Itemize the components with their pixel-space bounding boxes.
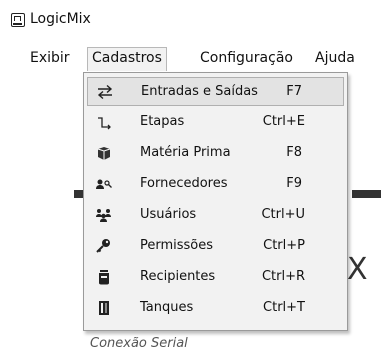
menu-item-entradas-saidas[interactable]: Entradas e Saídas F7 [87,77,344,106]
menu-item-shortcut: Ctrl+T [263,300,305,315]
container-icon [95,269,113,285]
background-close-glyph: X [347,252,368,287]
menu-item-shortcut: Ctrl+R [261,269,305,284]
menu-item-usuarios[interactable]: Usuários Ctrl+U [87,201,344,230]
menu-item-label: Entradas e Saídas [141,84,258,99]
menu-cadastros[interactable]: Cadastros [87,47,167,71]
title-bar: LogicMix [0,0,381,40]
menu-item-label: Etapas [140,114,185,129]
menu-item-shortcut: Ctrl+P [263,238,305,253]
menu-item-label: Matéria Prima [140,145,231,160]
menu-item-tanques[interactable]: Tanques Ctrl+T [87,294,344,323]
menu-item-label: Permissões [140,238,214,253]
menu-item-permissoes[interactable]: Permissões Ctrl+P [87,232,344,261]
menu-item-recipientes[interactable]: Recipientes Ctrl+R [87,263,344,292]
background-divider-right [352,190,381,198]
stage-icon [95,114,113,130]
menu-item-etapas[interactable]: Etapas Ctrl+E [87,108,344,137]
menu-item-shortcut: F8 [286,145,302,160]
menu-ajuda[interactable]: Ajuda [311,48,359,68]
menu-item-materia-prima[interactable]: Matéria Prima F8 [87,139,344,168]
window-title: LogicMix [30,11,91,27]
supplier-icon [95,176,113,192]
key-icon [95,238,113,254]
users-icon [95,207,113,223]
menu-item-shortcut: Ctrl+E [262,114,305,129]
box-icon [95,145,113,161]
menu-bar: Exibir Cadastros Configuração Ajuda [0,44,381,71]
menu-item-label: Fornecedores [140,176,228,191]
menu-item-label: Usuários [140,207,197,222]
swap-arrows-icon [96,84,114,100]
menu-item-shortcut: F7 [286,84,302,99]
menu-item-label: Tanques [140,300,194,315]
menu-item-label: Recipientes [140,269,216,284]
tank-icon [95,300,113,316]
menu-item-shortcut: F9 [286,176,302,191]
app-logo-icon [11,13,25,27]
connection-section-label: Conexão Serial [90,336,188,351]
menu-configuracao[interactable]: Configuração [196,48,297,68]
cadastros-dropdown-menu: Entradas e Saídas F7 Etapas Ctrl+E Matér… [83,72,348,331]
menu-exibir[interactable]: Exibir [26,48,74,68]
menu-item-fornecedores[interactable]: Fornecedores F9 [87,170,344,199]
menu-item-shortcut: Ctrl+U [261,207,305,222]
